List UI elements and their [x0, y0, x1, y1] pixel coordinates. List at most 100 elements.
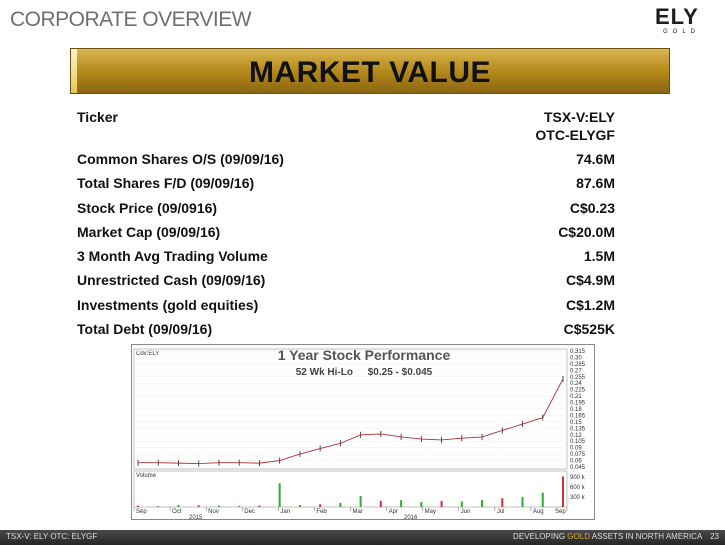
volume-bar	[238, 505, 241, 507]
volume-bar	[379, 500, 382, 507]
banner-title: MARKET VALUE	[248, 56, 492, 89]
volume-bar	[541, 492, 544, 507]
price-tick-label: 0.075	[570, 452, 586, 458]
price-tick-label: 0.06	[570, 459, 582, 465]
ticker-otc: OTC-ELYGF	[535, 127, 615, 143]
ticker-tsx: TSX-V:ELY	[543, 109, 615, 125]
table-row: Stock Price (09/0916) C$0.23	[77, 199, 615, 223]
month-label: Jun	[461, 509, 471, 515]
table-row: Ticker TSX-V:ELY OTC-ELYGF	[77, 108, 615, 150]
footer-tagline-post: ASSETS IN NORTH AMERICA	[589, 532, 702, 541]
footer-tagline: DEVELOPING GOLD ASSETS IN NORTH AMERICA …	[513, 532, 719, 541]
page-number: 23	[710, 532, 719, 541]
table-row: Total Shares F/D (09/09/16) 87.6M	[77, 174, 615, 198]
row-value: 87.6M	[576, 175, 615, 192]
year-label: 2015	[189, 515, 203, 519]
month-label: Sep	[136, 509, 147, 515]
row-value: C$525K	[563, 321, 615, 338]
month-label: Aug	[533, 509, 544, 515]
table-row: Total Debt (09/09/16) C$525K	[77, 320, 615, 344]
logo-subtitle: GOLD	[663, 29, 701, 35]
row-label: Investments (gold equities)	[77, 296, 259, 313]
row-label: Total Debt (09/09/16)	[77, 321, 213, 338]
price-tick-label: 0.045	[570, 465, 586, 471]
logo-mark: ELY	[655, 4, 699, 29]
volume-bar	[501, 498, 504, 507]
month-label: Jul	[497, 509, 505, 515]
volume-tick-label: 300 k	[570, 495, 586, 501]
row-value: C$1.2M	[565, 296, 615, 313]
price-tick-label: 0.21	[570, 394, 582, 400]
footer-tagline-pre: DEVELOPING	[513, 532, 568, 541]
row-label: 3 Month Avg Trading Volume	[77, 248, 268, 265]
chart-title: 1 Year Stock Performance	[277, 347, 451, 363]
row-value: TSX-V:ELY OTC-ELYGF	[535, 108, 615, 150]
stock-performance-chart: Cdv:ELY Volume 0.315 0.30 0.285 0.27 0.255 0.24…	[131, 344, 595, 520]
month-label: Dec	[244, 509, 255, 515]
year-label: 2016	[404, 515, 418, 519]
volume-tick-label: 900 k	[570, 475, 586, 481]
market-value-table: Ticker TSX-V:ELY OTC-ELYGF Common Shares…	[77, 108, 615, 344]
price-tick-label: 0.165	[570, 413, 586, 419]
volume-bar	[420, 501, 423, 507]
company-logo: ELY GOLD	[655, 6, 715, 38]
row-label: Total Shares F/D (09/09/16)	[77, 175, 255, 192]
month-label: Apr	[389, 509, 398, 515]
volume-bar	[359, 496, 362, 507]
volume-bar	[278, 483, 281, 507]
chart-subtitle-label: 52 Wk Hi-Lo	[295, 367, 353, 378]
footer-ticker: TSX-V: ELY OTC: ELYGF	[6, 532, 98, 541]
month-label: Mar	[353, 509, 363, 515]
volume-bar	[481, 500, 484, 507]
volume-tick-label: 600 k	[570, 485, 586, 491]
chart-subtitle-value: $0.25 - $0.045	[367, 367, 433, 378]
volume-bar	[217, 505, 220, 507]
price-tick-label: 0.225	[570, 388, 586, 394]
volume-bar	[137, 505, 139, 507]
volume-bar	[521, 496, 524, 507]
price-tick-label: 0.18	[570, 407, 582, 413]
month-label: Feb	[316, 509, 327, 515]
chart-subtitle: 52 Wk Hi-Lo $0.25 - $0.045	[132, 367, 596, 378]
volume-bar	[562, 476, 564, 507]
row-label: Ticker	[77, 109, 118, 125]
volume-bar	[298, 504, 301, 507]
volume-bar	[400, 500, 403, 507]
footer-tagline-gold: GOLD	[567, 532, 590, 541]
month-label: May	[425, 509, 436, 515]
row-label: Common Shares O/S (09/09/16)	[77, 151, 284, 167]
table-row: Market Cap (09/09/16) C$20.0M	[77, 223, 615, 247]
row-label: Unrestricted Cash (09/09/16)	[77, 272, 266, 289]
month-label: Jan	[280, 509, 290, 515]
volume-label: Volume	[136, 473, 157, 479]
volume-bar	[177, 504, 180, 507]
market-value-banner: MARKET VALUE	[70, 48, 670, 94]
volume-bar	[319, 504, 322, 507]
row-label: Market Cap (09/09/16)	[77, 223, 221, 240]
month-label: Oct	[172, 509, 182, 515]
slide-title: CORPORATE OVERVIEW	[10, 8, 252, 31]
row-value: C$20.0M	[558, 223, 615, 240]
table-row: Investments (gold equities) C$1.2M	[77, 296, 615, 320]
price-tick-label: 0.135	[570, 426, 586, 432]
row-label: Stock Price (09/0916)	[77, 199, 218, 216]
volume-bar	[460, 501, 463, 507]
price-tick-label: 0.15	[570, 420, 582, 426]
volume-bar	[258, 505, 261, 507]
month-label: Sep	[555, 509, 566, 515]
row-value: 74.6M	[576, 151, 615, 167]
table-row: Unrestricted Cash (09/09/16) C$4.9M	[77, 271, 615, 295]
price-tick-label: 0.195	[570, 401, 586, 407]
month-label: Nov	[208, 509, 219, 515]
table-row: Common Shares O/S (09/09/16) 74.6M	[77, 150, 615, 174]
price-tick-label: 0.09	[570, 446, 582, 452]
volume-bar	[440, 500, 443, 507]
volume-bar	[339, 502, 342, 507]
price-tick-label: 0.24	[570, 381, 582, 387]
table-row: 3 Month Avg Trading Volume 1.5M	[77, 247, 615, 271]
price-tick-label: 0.12	[570, 433, 582, 439]
volume-bar	[157, 505, 160, 507]
volume-bar	[197, 505, 200, 507]
footer-bar: TSX-V: ELY OTC: ELYGF DEVELOPING GOLD AS…	[0, 530, 725, 545]
price-tick-label: 0.105	[570, 439, 586, 445]
